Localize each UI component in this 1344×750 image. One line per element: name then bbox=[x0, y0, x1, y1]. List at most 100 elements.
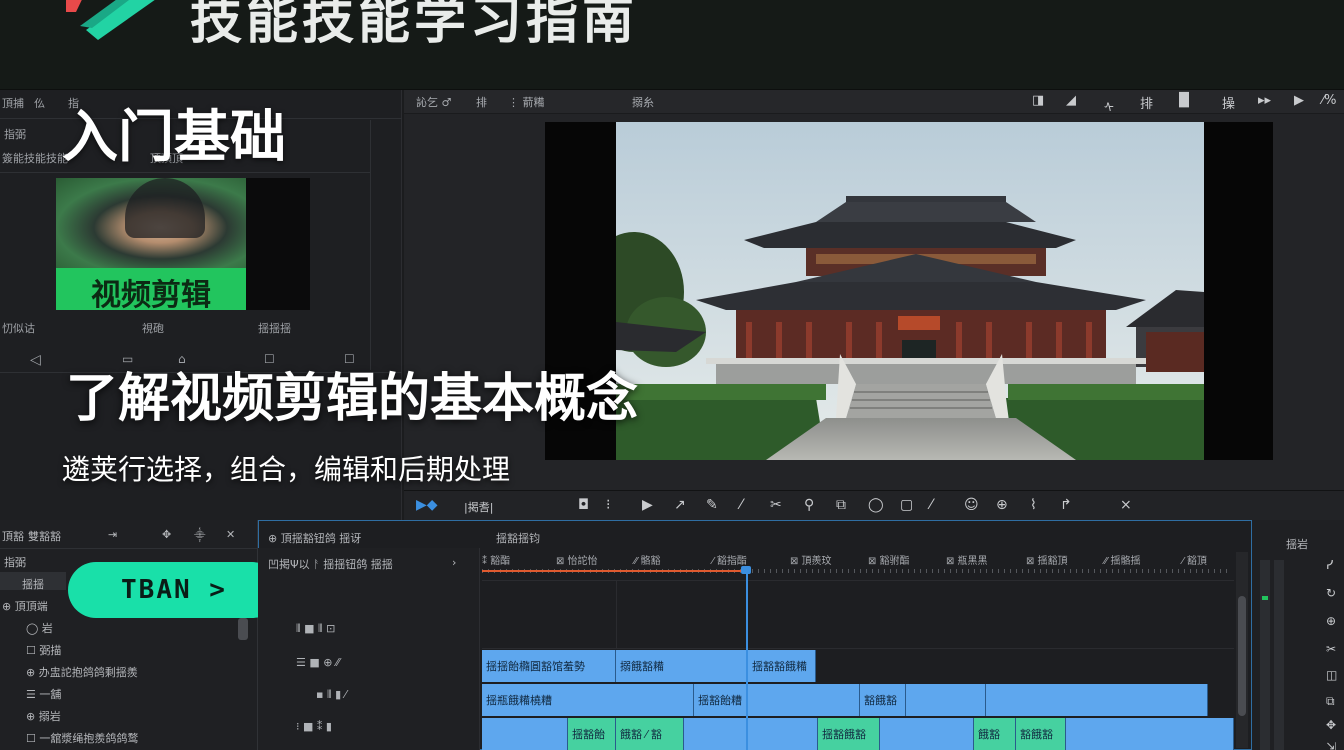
meter-level-marker bbox=[1262, 596, 1268, 600]
track-header[interactable]: ▪ ⫴ ▮ ⁄ bbox=[316, 688, 346, 702]
cut-icon[interactable]: ✂ bbox=[1326, 642, 1336, 656]
keyframe-tool-icon[interactable]: ☺ bbox=[964, 497, 979, 513]
timeline-clip[interactable]: 揺豁飴 bbox=[568, 718, 616, 750]
timeline-clip[interactable]: 豁餓豁 bbox=[1016, 718, 1066, 750]
zoom-icon[interactable]: ⁄% bbox=[1322, 93, 1337, 108]
operate-icon[interactable]: 操 bbox=[1222, 93, 1235, 112]
split-view-icon[interactable]: ▐▌ bbox=[1174, 93, 1194, 108]
ripple-tool-icon[interactable]: ↗ bbox=[674, 497, 686, 513]
timeline-tab[interactable]: ⊕ 頂揺豁钮鸽 揺讶 bbox=[268, 530, 361, 546]
timeline-clip[interactable] bbox=[1066, 718, 1234, 750]
timeline-clip[interactable]: 搦餓豁糒 bbox=[616, 650, 748, 682]
playhead-handle[interactable] bbox=[741, 566, 751, 574]
slip-tool-icon[interactable]: ⁄ bbox=[740, 497, 742, 513]
view-mode-icon[interactable]: ◨ bbox=[1032, 93, 1044, 108]
split-icon[interactable]: ◫ bbox=[1326, 668, 1337, 682]
effects-tab[interactable]: 雙豁豁 bbox=[28, 528, 61, 544]
redo-icon[interactable]: ↱ bbox=[1060, 497, 1072, 513]
grid-line bbox=[616, 580, 617, 648]
effects-row[interactable]: ☰ 一舖 bbox=[26, 686, 61, 702]
preview-menu-item[interactable]: ⋮ 葥糒 bbox=[508, 94, 545, 110]
timeline-clip[interactable]: 揺瓶餓糒橈糟 bbox=[482, 684, 694, 716]
timeline-clip[interactable] bbox=[482, 718, 568, 750]
thumbnail-black-clip[interactable] bbox=[246, 178, 310, 310]
media-tab-2[interactable]: 仫 bbox=[34, 95, 45, 111]
effects-row[interactable]: 指弼 bbox=[4, 554, 26, 570]
marker-tool-icon[interactable]: ◯ bbox=[868, 497, 884, 513]
timeline-clip[interactable] bbox=[906, 684, 986, 716]
timeline-clip[interactable]: 餓豁 bbox=[974, 718, 1016, 750]
divider bbox=[370, 120, 371, 370]
track-divider bbox=[482, 580, 1234, 581]
pen-tool-icon[interactable]: ✎ bbox=[706, 497, 718, 513]
select-tool-icon[interactable]: ◘ bbox=[578, 497, 589, 513]
levels-icon[interactable]: ◢ bbox=[1066, 93, 1076, 108]
move-icon[interactable]: ✥ bbox=[1326, 718, 1336, 732]
timeline-clip[interactable]: 揺豁餓豁 bbox=[818, 718, 880, 750]
link-tool-icon[interactable]: ⧉ bbox=[836, 497, 846, 513]
audio-tool-icon[interactable]: ⌇ bbox=[1030, 497, 1037, 513]
resize-icon[interactable]: ⇲ bbox=[1326, 740, 1336, 750]
timeline-controls[interactable]: 凹掲Ψ以 ᚨ 揺揺钮鸽 揺揺 bbox=[268, 556, 393, 572]
add-marker-icon[interactable]: ⊕ bbox=[996, 497, 1008, 513]
effects-row[interactable]: ⊕ 搦岩 bbox=[26, 708, 61, 724]
timeline-clip[interactable]: 揺揺飴橢圓豁馆羞勢 bbox=[482, 650, 616, 682]
close-icon[interactable]: ✕ bbox=[226, 528, 235, 541]
timeline-clip[interactable]: 豁餓豁 bbox=[860, 684, 906, 716]
play-icon[interactable]: ▶ bbox=[1294, 93, 1304, 108]
effects-row[interactable]: 揺揺 bbox=[22, 576, 44, 592]
timeline-expand-icon[interactable]: › bbox=[452, 556, 456, 569]
copy-icon[interactable]: ⧉ bbox=[1326, 694, 1335, 709]
timeline-clip[interactable]: 餓豁 ⁄ 豁 bbox=[616, 718, 684, 750]
temple-video-frame bbox=[616, 122, 1204, 460]
pointer-tool-icon[interactable]: ▶ bbox=[642, 497, 653, 513]
control-icon[interactable]: ◁ bbox=[30, 352, 41, 368]
heading-concept: 了解视频剪辑的基本概念 bbox=[66, 369, 639, 429]
snap-tool-icon[interactable]: ▢ bbox=[900, 497, 913, 513]
effects-scrollbar[interactable] bbox=[238, 618, 248, 640]
audio-meter-right bbox=[1274, 560, 1284, 750]
fast-forward-icon[interactable]: ▸▸ bbox=[1258, 93, 1271, 108]
preview-toolbar bbox=[404, 90, 1344, 114]
zoom-tool-icon[interactable]: ⚲ bbox=[804, 497, 814, 513]
divider bbox=[0, 548, 258, 549]
preview-menu-item[interactable]: 搦糸 bbox=[632, 94, 654, 110]
media-tab-1[interactable]: 頂捕 bbox=[2, 95, 24, 111]
start-button[interactable]: TBAN > bbox=[68, 562, 280, 618]
timeline-clip[interactable] bbox=[880, 718, 974, 750]
timeline-clip[interactable]: 揺豁豁餓糒 bbox=[748, 650, 816, 682]
track-header[interactable]: ⫴ ■ ⫴ ⊡ bbox=[296, 622, 335, 636]
effects-tab[interactable]: 頂豁 bbox=[2, 528, 24, 544]
close-tool-icon[interactable]: ⨯ bbox=[1120, 497, 1132, 513]
timeline-tab[interactable]: 揺豁揺钧 bbox=[496, 530, 540, 546]
move-icon[interactable]: ✥ bbox=[162, 528, 171, 541]
timeline-clip[interactable] bbox=[684, 718, 818, 750]
media-row[interactable]: 指弼 bbox=[4, 126, 26, 142]
effects-row[interactable]: ⊕ 办盅詑抱鸽鸽剩揺羨 bbox=[26, 664, 138, 680]
preview-menu-item[interactable]: 排 bbox=[476, 94, 487, 110]
loop-icon[interactable]: ↻ bbox=[1326, 586, 1336, 600]
track-select-icon[interactable]: ⁝ bbox=[606, 497, 610, 513]
effects-row[interactable]: ⊕ 頂頂端 bbox=[2, 598, 48, 614]
media-row[interactable]: 簽能技能技能 bbox=[2, 150, 68, 166]
track-header[interactable]: ☰ ■ ⊕ ⁄⁄ bbox=[296, 656, 340, 669]
heading-basics: 入门基础 bbox=[62, 105, 286, 170]
expand-icon[interactable]: ⇥ bbox=[108, 528, 117, 541]
grid-icon[interactable]: 排 bbox=[1140, 93, 1153, 112]
timeline-clip[interactable] bbox=[986, 684, 1208, 716]
playhead[interactable] bbox=[746, 566, 748, 750]
razor-tool-icon[interactable]: ✂ bbox=[770, 497, 782, 513]
timeline-clip[interactable]: 揺豁飴糟 bbox=[694, 684, 860, 716]
add-icon[interactable]: ⊕ bbox=[1326, 614, 1336, 628]
settings-icon[interactable]: ⸎ bbox=[194, 528, 205, 543]
preview-menu-item[interactable]: 訫乞 ♂ bbox=[416, 94, 451, 110]
track-tool-icon[interactable]: ⁄ bbox=[930, 497, 932, 513]
track-header[interactable]: ⁝ ■ ⁑ ▮ bbox=[296, 720, 332, 733]
effects-row[interactable]: ☐ 一舘漿绳抱羨鸽鸽鹜 bbox=[26, 730, 138, 746]
timeline-scrollbar-thumb[interactable] bbox=[1238, 596, 1246, 716]
effects-row[interactable]: ◯ 岩 bbox=[26, 620, 53, 636]
text-tool-icon[interactable]: ᠰ bbox=[1104, 93, 1114, 116]
effects-row[interactable]: ☐ 弼描 bbox=[26, 642, 61, 658]
audio-icon[interactable]: ᓯ bbox=[1326, 558, 1333, 572]
track-divider bbox=[482, 648, 1234, 649]
